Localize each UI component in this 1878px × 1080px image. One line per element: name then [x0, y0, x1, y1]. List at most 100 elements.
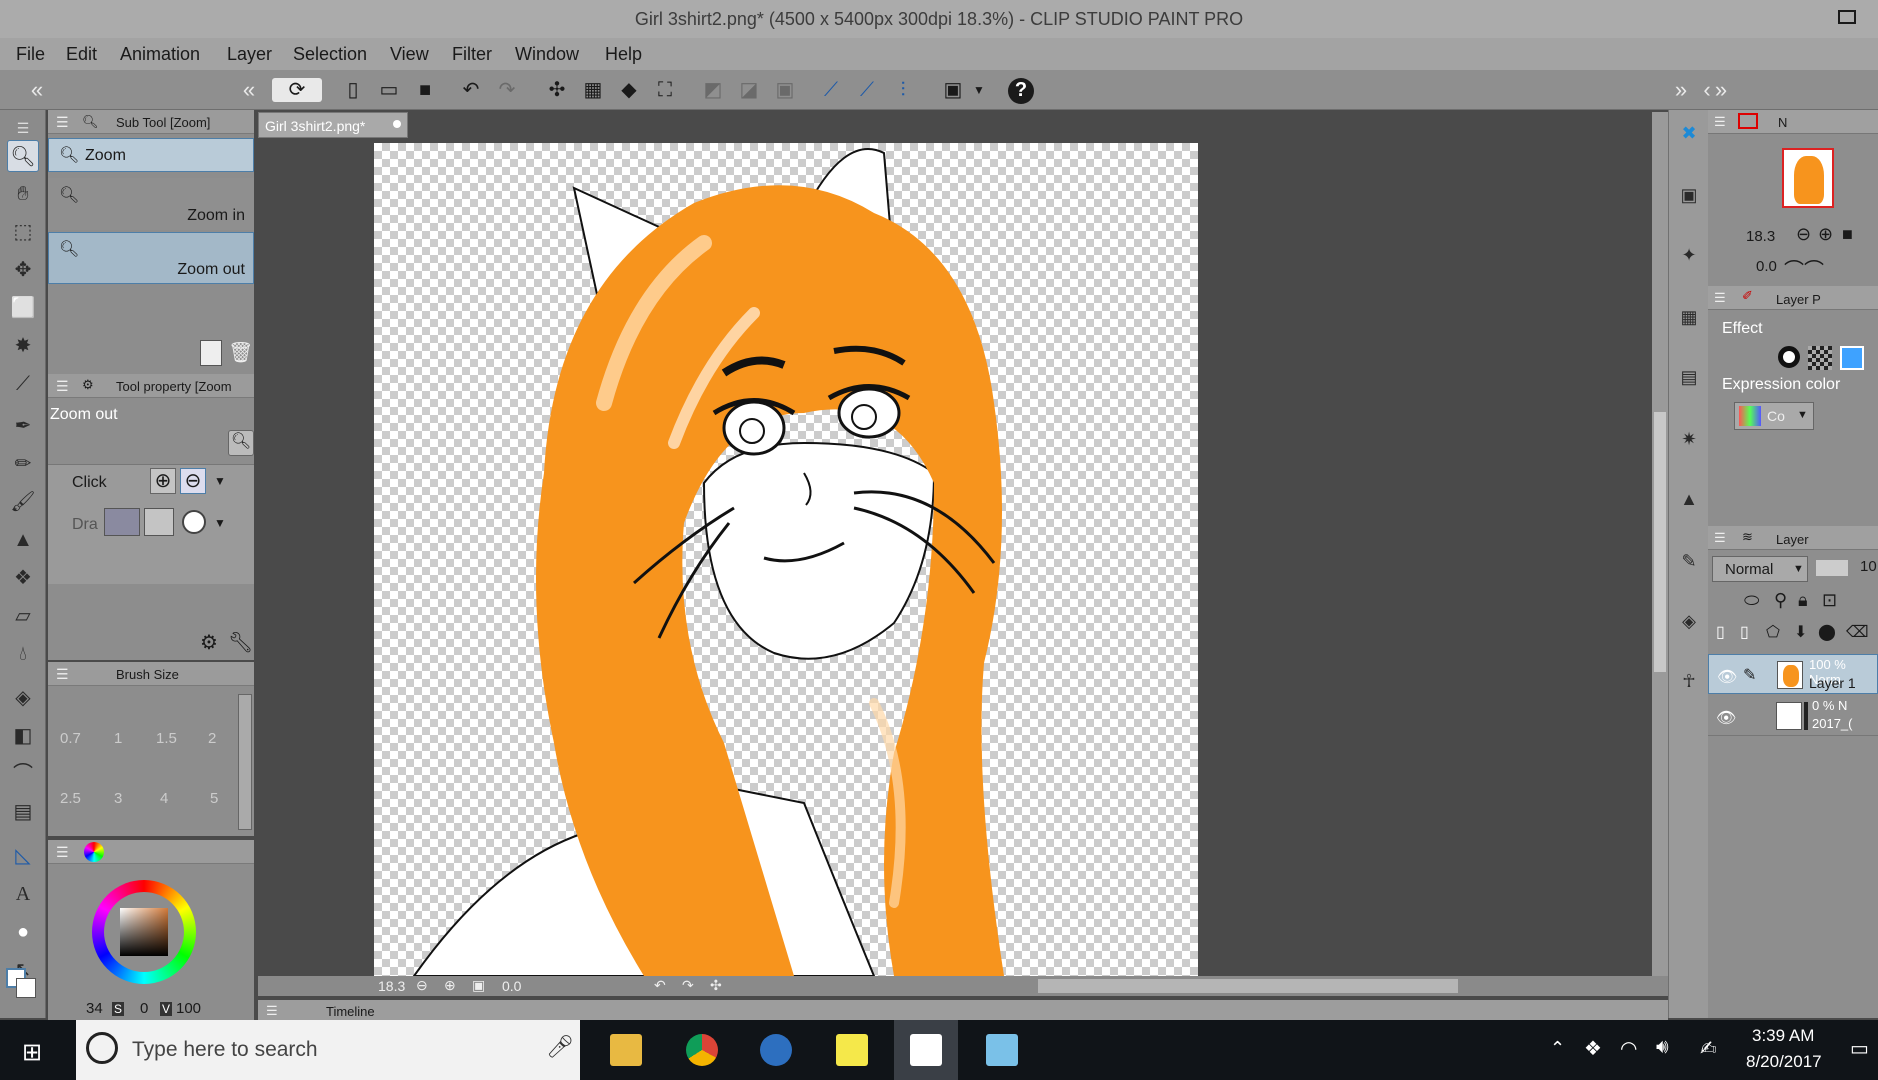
new-sub-tool-icon[interactable] [200, 340, 222, 366]
transform-icon[interactable]: ⛶ [652, 78, 678, 102]
blend-mode-select[interactable]: Normal ▼ [1712, 556, 1808, 582]
border-effect-icon[interactable] [1778, 346, 1800, 368]
collapse-left-icon[interactable]: « [24, 78, 50, 102]
brush-icon[interactable]: 🖌︎ [7, 486, 39, 518]
gradient-icon[interactable]: ◧ [7, 720, 39, 752]
color-wheel-icon[interactable] [84, 842, 104, 862]
clip-studio-launcher-icon[interactable] [986, 1034, 1018, 1066]
action-center-icon[interactable]: ▭ [1850, 1036, 1869, 1061]
merge-down-icon[interactable]: ⬇ [1794, 622, 1807, 642]
auto-select-icon[interactable]: ✸ [7, 330, 39, 362]
redo-icon[interactable]: ↷ [494, 78, 520, 102]
zoom-in-icon[interactable]: ⊕ [1818, 224, 1833, 245]
eyedropper-icon[interactable]: ⟋ [7, 368, 39, 400]
fill-icon[interactable]: ◆ [616, 78, 642, 102]
sub-color-swatch[interactable] [16, 978, 36, 998]
decoration-icon[interactable]: ❖ [7, 562, 39, 594]
rect-zoom-icon[interactable] [144, 508, 174, 536]
wrench-icon[interactable]: 🔧︎ [228, 630, 253, 655]
display-settings-icon[interactable]: ▣ [940, 78, 966, 102]
zoom-out-icon[interactable]: ⊖ [416, 977, 428, 994]
layer-color-icon[interactable] [1840, 346, 1864, 370]
brush-size-option[interactable]: 1 [114, 730, 122, 747]
thunderbird-icon[interactable] [760, 1034, 792, 1066]
chevron-down-icon[interactable]: ▼ [966, 78, 992, 102]
tone-effect-icon[interactable] [1808, 346, 1832, 370]
trash-icon[interactable]: 🗑︎ [228, 340, 253, 366]
wifi-icon[interactable]: ◠ [1620, 1036, 1637, 1061]
menu-icon[interactable]: ☰ [56, 844, 69, 861]
zoom-tool-icon[interactable]: 🔍︎ [7, 140, 39, 172]
ruler-snap-icon[interactable]: ⟋ [818, 78, 844, 102]
3d-material-icon[interactable]: ◈ [1674, 606, 1704, 636]
chevron-up-icon[interactable]: ⌃ [1550, 1038, 1565, 1059]
menu-file[interactable]: File [16, 44, 45, 65]
special-ruler-snap-icon[interactable]: ⟋ [854, 78, 880, 102]
menu-view[interactable]: View [390, 44, 429, 65]
balloon-icon[interactable]: ● [7, 916, 39, 948]
expression-color-select[interactable]: Co ▼ [1734, 402, 1814, 430]
pen-icon[interactable]: ✒︎ [7, 410, 39, 442]
menu-layer[interactable]: Layer [227, 44, 272, 65]
collapse-right-icon[interactable]: » [1668, 78, 1694, 102]
mask-icon[interactable]: ⬤ [1818, 622, 1836, 642]
vertical-scrollbar[interactable] [1652, 112, 1668, 976]
blend-icon[interactable]: 💧︎ [7, 638, 39, 670]
deselect-icon[interactable]: ◩ [700, 78, 726, 102]
rotate-right-icon[interactable]: ↷ [682, 977, 694, 994]
collapse-right-icon[interactable]: » [1708, 78, 1734, 102]
undo-icon[interactable]: ↶ [458, 78, 484, 102]
frame-icon[interactable]: ▤ [7, 796, 39, 828]
clip-studio-taskbar-icon[interactable] [910, 1034, 942, 1066]
clock-time[interactable]: 3:39 AM [1752, 1026, 1814, 1046]
material-icon[interactable]: ✦ [1674, 240, 1704, 270]
menu-selection[interactable]: Selection [293, 44, 367, 65]
tool-settings-icon[interactable]: 🔍︎ [228, 430, 254, 456]
scrollbar-thumb[interactable] [1654, 412, 1666, 672]
new-vector-layer-icon[interactable]: ▯ [1740, 622, 1749, 642]
move-layer-icon[interactable]: ✥ [7, 254, 39, 286]
navigator-icon[interactable]: ✖ [1674, 118, 1704, 148]
fit-icon[interactable]: ■ [1842, 224, 1853, 245]
canvas[interactable] [374, 143, 1198, 976]
menu-icon[interactable]: ☰ [1714, 290, 1726, 306]
sub-tool-zoom[interactable]: 🔍︎ Zoom [48, 138, 254, 172]
tone-material-icon[interactable]: ▦ [1674, 302, 1704, 332]
image-material-icon[interactable]: ▲ [1674, 484, 1704, 514]
zoom-out-icon[interactable]: ⊖ [1796, 224, 1811, 245]
chrome-icon[interactable] [686, 1034, 718, 1066]
scrollbar[interactable] [238, 694, 252, 830]
rotate-icon[interactable]: ⌒⌒ [1784, 254, 1824, 283]
close-icon[interactable] [393, 120, 401, 128]
brush-size-option[interactable]: 2 [208, 730, 216, 747]
layer-row[interactable]: 👁︎ ✎ 100 % Norm Layer 1 [1708, 654, 1878, 694]
effect-material-icon[interactable]: ✷ [1674, 424, 1704, 454]
opacity-slider[interactable] [1816, 560, 1848, 576]
zoom-out-icon[interactable]: ⊖ [180, 468, 206, 494]
navigator-tab-icon[interactable] [1738, 113, 1758, 129]
selection-tool-icon[interactable]: ⬜ [7, 292, 39, 324]
menu-window[interactable]: Window [515, 44, 579, 65]
sub-tool-zoom-in[interactable]: 🔍︎ Zoom in [48, 178, 254, 230]
reset-rotation-icon[interactable]: ✣ [710, 977, 722, 994]
object-tool-icon[interactable]: ⬚ [7, 216, 39, 248]
open-file-icon[interactable]: ▭ [376, 78, 402, 102]
sub-view-icon[interactable]: ▣ [1674, 180, 1704, 210]
clock-date[interactable]: 8/20/2017 [1746, 1052, 1822, 1072]
grid-snap-icon[interactable]: ⫶ [890, 78, 916, 102]
clear-icon[interactable]: ✣ [544, 78, 570, 102]
navigator-zoom[interactable]: 18.3 [1746, 228, 1775, 245]
reference-icon[interactable]: ⚲ [1774, 590, 1787, 611]
save-icon[interactable]: ■ [412, 78, 438, 102]
file-explorer-icon[interactable] [610, 1034, 642, 1066]
new-folder-icon[interactable]: ⬠ [1766, 622, 1780, 642]
windows-start-icon[interactable]: ⊞ [22, 1038, 42, 1067]
sticky-notes-icon[interactable] [836, 1034, 868, 1066]
zoom-in-icon[interactable]: ⊕ [150, 468, 176, 494]
help-icon[interactable]: ? [1008, 78, 1034, 104]
tab-document[interactable]: Girl 3shirt2.png* [258, 112, 408, 138]
menu-icon[interactable]: ☰ [56, 114, 69, 131]
sub-tool-zoom-out[interactable]: 🔍︎ Zoom out [48, 232, 254, 284]
brush-size-option[interactable]: 2.5 [60, 790, 81, 807]
menu-icon[interactable]: ☰ [1714, 530, 1726, 546]
